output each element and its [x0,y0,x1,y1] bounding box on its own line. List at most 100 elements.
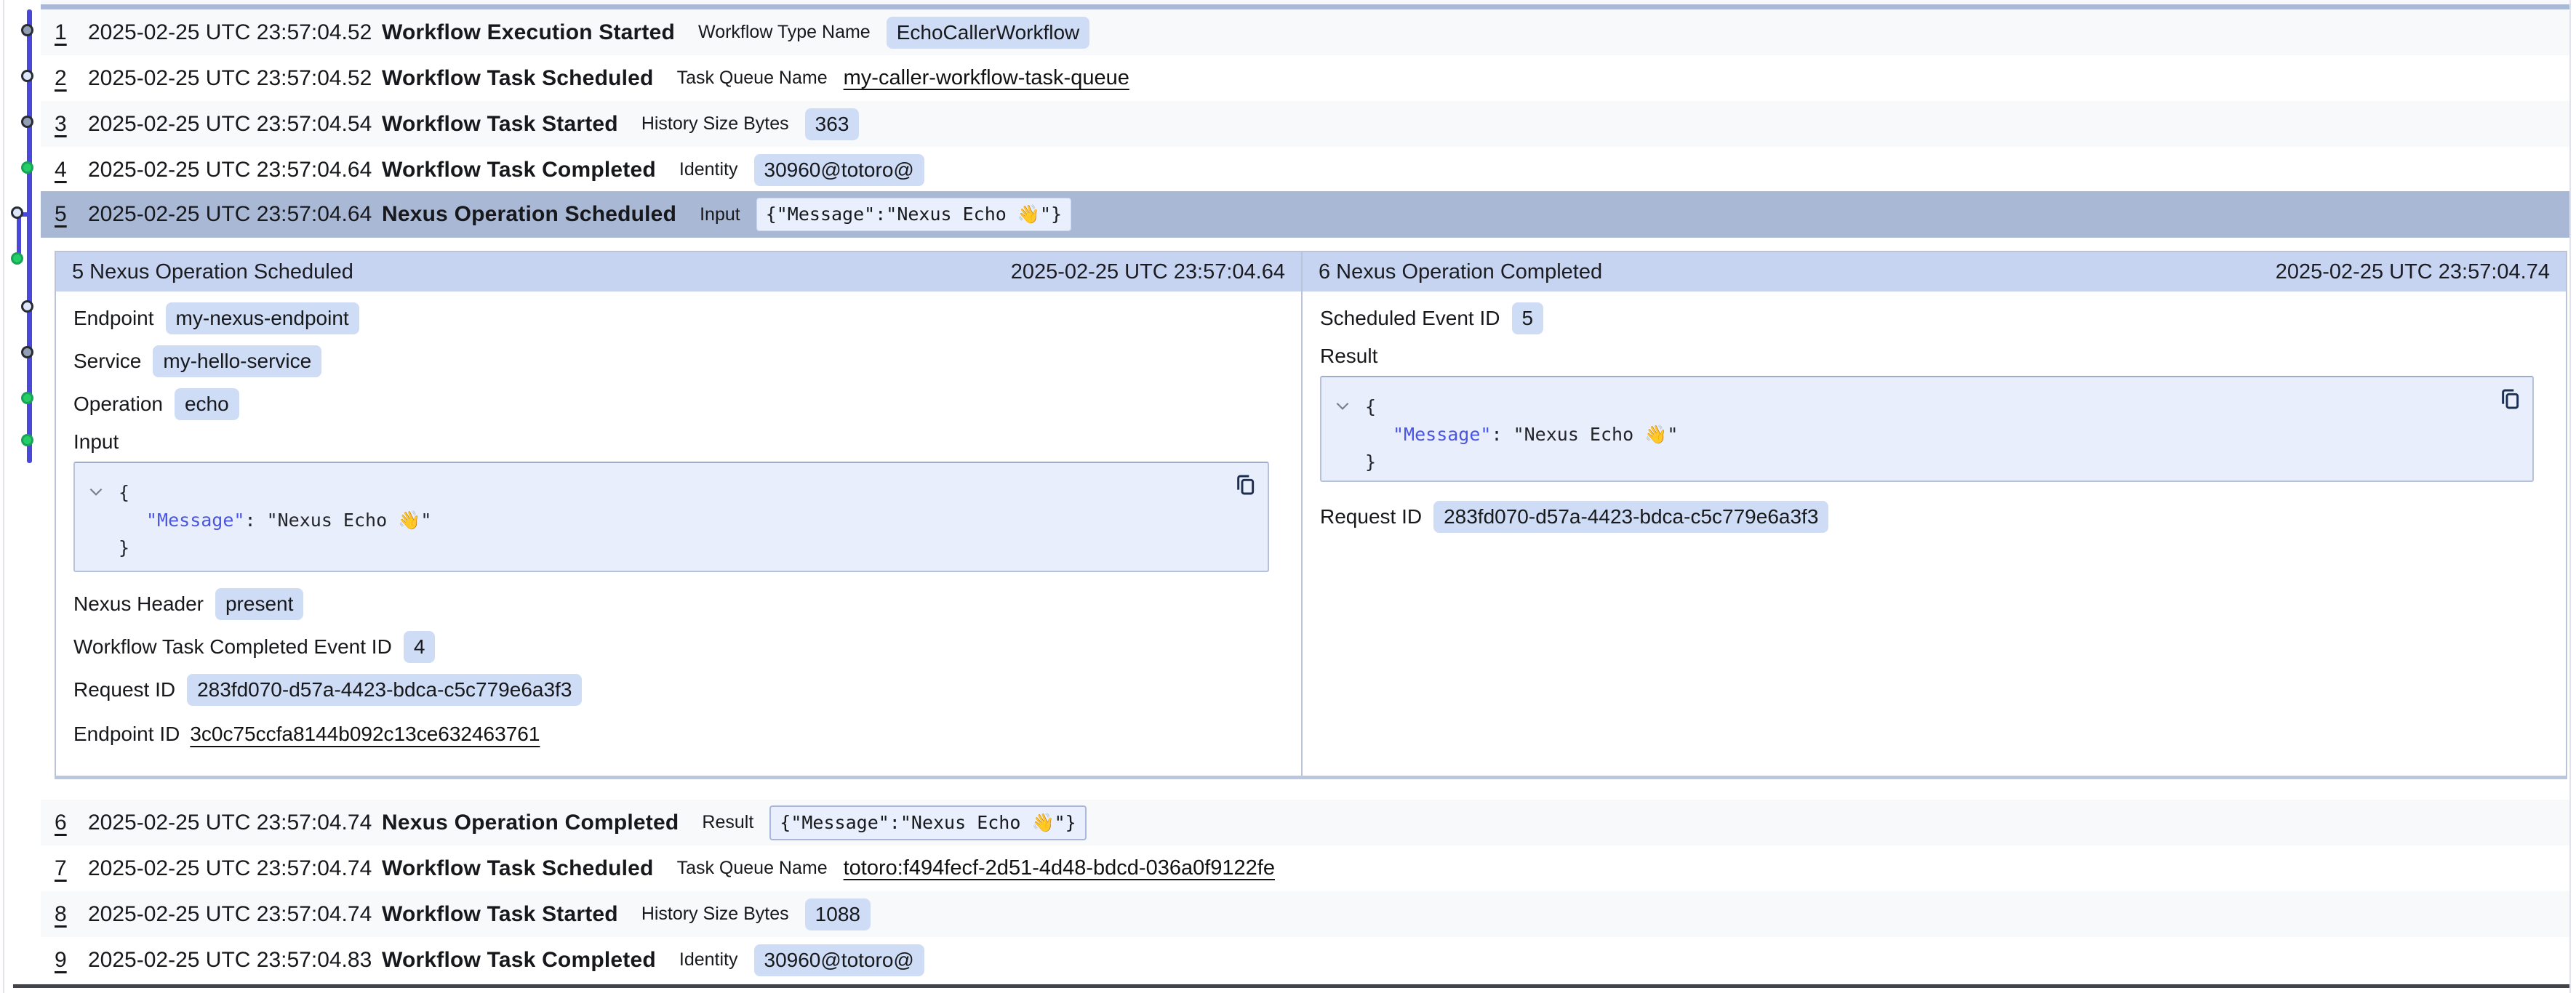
event-detail-label: Task Queue Name [677,68,828,89]
timeline-dot-event-9 [21,392,33,404]
event-input-code-badge: {"Message":"Nexus Echo 👋"} [756,198,1071,231]
event-detail-badge: 30960@totoro@ [754,154,924,186]
event-detail-panel: 5 Nexus Operation Scheduled 2025-02-25 U… [55,251,2567,779]
field-value-badge: my-hello-service [153,345,321,377]
event-timestamp: 2025-02-25 UTC 23:57:04.83 [88,948,382,973]
event-history-view: 1 2025-02-25 UTC 23:57:04.52 Workflow Ex… [0,0,2576,993]
event-row-4[interactable]: 4 2025-02-25 UTC 23:57:04.64 Workflow Ta… [41,147,2569,193]
json-viewer: { "Message": "Nexus Echo 👋" } [75,463,1268,562]
field-label: Request ID [73,678,175,701]
card-body: Scheduled Event ID 5 Result { "Message":… [1303,302,2566,533]
event-timestamp: 2025-02-25 UTC 23:57:04.54 [88,112,382,137]
timeline-dot-event-5 [11,206,23,219]
event-id-link[interactable]: 9 [55,948,76,973]
event-name: Nexus Operation Completed [382,811,679,835]
field-wtc-event-id: Workflow Task Completed Event ID 4 [73,631,1284,663]
field-scheduled-event-id: Scheduled Event ID 5 [1320,302,2548,334]
event-detail-label: Workflow Type Name [698,22,871,43]
event-detail-badge: EchoCallerWorkflow [887,17,1090,49]
event-timestamp: 2025-02-25 UTC 23:57:04.74 [88,811,382,835]
bottom-separator [13,984,2569,988]
container-left-border [3,0,4,993]
event-name: Workflow Task Completed [382,158,656,182]
field-label: Nexus Header [73,592,204,616]
event-detail-label: History Size Bytes [641,113,789,134]
event-id-link[interactable]: 5 [55,202,76,227]
json-brace: { [1365,396,1376,417]
field-value-badge: 5 [1512,302,1544,334]
field-label: Service [73,350,141,373]
event-id-link[interactable]: 8 [55,902,76,927]
timeline-dot-event-8 [21,346,33,358]
endpoint-id-link[interactable]: 3c0c75ccfa8144b092c13ce632463761 [190,723,540,746]
json-value: "Nexus Echo 👋" [267,510,432,531]
input-code-block: { "Message": "Nexus Echo 👋" } [73,462,1269,572]
chevron-down-icon[interactable] [1333,396,1352,415]
json-brace: } [1365,451,1376,473]
field-value-badge: present [215,588,303,620]
event-id-link[interactable]: 7 [55,856,76,881]
nexus-scheduled-card: 5 Nexus Operation Scheduled 2025-02-25 U… [56,252,1303,776]
event-id-link[interactable]: 3 [55,112,76,137]
field-value-badge: echo [175,388,239,420]
event-id-link[interactable]: 1 [55,20,76,45]
card-timestamp: 2025-02-25 UTC 23:57:04.64 [1011,260,1285,284]
event-detail-label: Result [702,812,753,833]
event-timestamp: 2025-02-25 UTC 23:57:04.64 [88,158,382,182]
event-name: Workflow Execution Started [382,20,675,45]
json-viewer: { "Message": "Nexus Echo 👋" } [1321,377,2532,476]
task-queue-link[interactable]: my-caller-workflow-task-queue [844,66,1129,90]
json-value: "Nexus Echo 👋" [1513,424,1679,445]
input-label: Input [73,430,1284,454]
event-detail-label: Task Queue Name [677,858,828,879]
event-row-3[interactable]: 3 2025-02-25 UTC 23:57:04.54 Workflow Ta… [41,101,2569,147]
json-brace: { [119,482,129,503]
json-key: "Message" [146,510,244,531]
event-row-8[interactable]: 8 2025-02-25 UTC 23:57:04.74 Workflow Ta… [41,891,2569,937]
copy-icon[interactable] [2497,386,2522,414]
field-service: Service my-hello-service [73,345,1284,377]
timeline-dot-event-3 [21,116,33,128]
event-row-5-selected[interactable]: 5 2025-02-25 UTC 23:57:04.64 Nexus Opera… [41,191,2569,238]
timeline-dot-event-10 [21,434,33,446]
event-id-link[interactable]: 2 [55,66,76,91]
field-value-badge: 283fd070-d57a-4423-bdca-c5c779e6a3f3 [1433,501,1828,533]
event-detail-label: Input [700,204,740,225]
nexus-completed-card: 6 Nexus Operation Completed 2025-02-25 U… [1303,252,2566,776]
event-detail-badge: 1088 [805,898,871,930]
field-nexus-header: Nexus Header present [73,588,1284,620]
event-row-6[interactable]: 6 2025-02-25 UTC 23:57:04.74 Nexus Opera… [41,800,2569,845]
card-title: 6 Nexus Operation Completed [1319,260,1602,284]
timeline-dot-event-2 [21,70,33,82]
timeline-dot-event-1 [21,24,33,36]
card-body: Endpoint my-nexus-endpoint Service my-he… [56,302,1301,750]
field-request-id: Request ID 283fd070-d57a-4423-bdca-c5c77… [73,674,1284,706]
event-row-2[interactable]: 2 2025-02-25 UTC 23:57:04.52 Workflow Ta… [41,55,2569,101]
event-timestamp: 2025-02-25 UTC 23:57:04.52 [88,20,382,45]
event-row-1[interactable]: 1 2025-02-25 UTC 23:57:04.52 Workflow Ex… [41,9,2569,55]
field-value-badge: my-nexus-endpoint [166,302,359,334]
container-right-border [2569,0,2571,993]
event-id-link[interactable]: 4 [55,158,76,182]
field-label: Operation [73,393,163,416]
event-row-9[interactable]: 9 2025-02-25 UTC 23:57:04.83 Workflow Ta… [41,937,2569,983]
task-queue-link[interactable]: totoro:f494fecf-2d51-4d48-bdcd-036a0f912… [844,856,1275,880]
event-id-link[interactable]: 6 [55,811,76,835]
timeline-dot-event-7 [21,300,33,313]
event-detail-badge: 30960@totoro@ [754,944,924,976]
timeline-dot-event-4 [21,161,33,174]
json-colon: : [244,510,266,531]
field-label: Endpoint [73,307,154,330]
field-operation: Operation echo [73,388,1284,420]
json-key: "Message" [1393,424,1491,445]
event-name: Workflow Task Scheduled [382,856,654,881]
field-label: Request ID [1320,505,1422,528]
event-name: Workflow Task Started [382,112,618,137]
field-label: Endpoint ID [73,723,180,746]
copy-icon[interactable] [1233,472,1257,499]
event-row-7[interactable]: 7 2025-02-25 UTC 23:57:04.74 Workflow Ta… [41,845,2569,891]
event-result-code-badge: {"Message":"Nexus Echo 👋"} [769,805,1086,840]
chevron-down-icon[interactable] [87,482,105,501]
timeline-dot-event-6 [11,252,23,265]
field-value-badge: 283fd070-d57a-4423-bdca-c5c779e6a3f3 [187,674,582,706]
